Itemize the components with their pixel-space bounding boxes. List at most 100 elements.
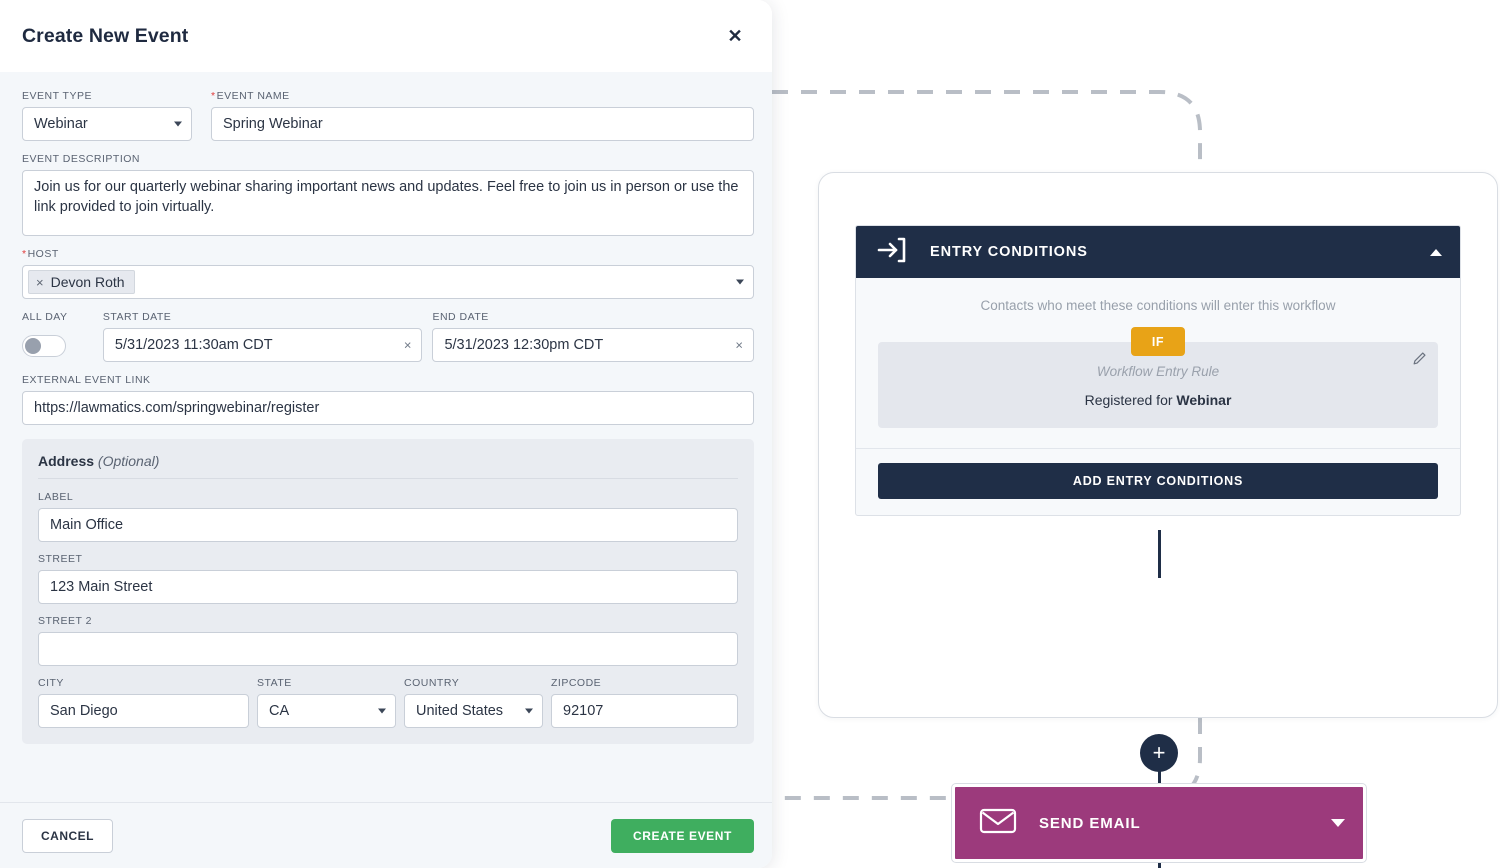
enter-arrow-icon — [876, 235, 908, 270]
event-name-input[interactable]: Spring Webinar — [211, 107, 754, 141]
address-city-value: San Diego — [50, 703, 118, 719]
rule-text: Registered for Webinar — [896, 392, 1420, 408]
end-date-clear-icon[interactable]: × — [735, 338, 743, 353]
address-city-label: CITY — [38, 677, 64, 689]
entry-conditions-subtitle: Contacts who meet these conditions will … — [980, 298, 1336, 313]
create-event-modal: Create New Event ✕ EVENT TYPE Webinar *E… — [0, 0, 772, 868]
address-state-field: STATE CA — [257, 677, 396, 728]
host-multiselect[interactable]: × Devon Roth — [22, 265, 754, 299]
chevron-down-icon — [525, 708, 533, 714]
address-country-field: COUNTRY United States — [404, 677, 543, 728]
chevron-down-icon — [174, 121, 182, 127]
address-state-label: STATE — [257, 677, 292, 689]
event-name-value: Spring Webinar — [223, 116, 323, 132]
address-zipcode-value: 92107 — [563, 703, 604, 719]
event-name-field: *EVENT NAME Spring Webinar — [211, 90, 754, 141]
send-email-label: SEND EMAIL — [1039, 814, 1141, 832]
entry-conditions-title: ENTRY CONDITIONS — [930, 244, 1088, 260]
plus-icon: + — [1152, 740, 1166, 765]
required-mark: * — [22, 248, 27, 260]
address-street-label: STREET — [38, 553, 83, 565]
event-type-value: Webinar — [34, 116, 88, 132]
start-date-label: START DATE — [102, 311, 172, 323]
event-name-label-text: EVENT NAME — [216, 90, 290, 102]
event-name-label: *EVENT NAME — [211, 90, 754, 102]
address-section: Address (Optional) LABEL Main Office STR… — [22, 439, 754, 744]
host-field: *HOST × Devon Roth — [22, 248, 754, 299]
pencil-icon[interactable] — [1412, 351, 1427, 369]
event-description-label: EVENT DESCRIPTION — [22, 153, 140, 165]
chevron-down-icon[interactable] — [1331, 819, 1345, 827]
end-date-value: 5/31/2023 12:30pm CDT — [444, 337, 604, 353]
host-chip: × Devon Roth — [28, 270, 135, 294]
address-street-value: 123 Main Street — [50, 579, 153, 595]
start-date-input[interactable]: 5/31/2023 11:30am CDT × — [102, 328, 423, 362]
address-city-field: CITY San Diego — [38, 677, 249, 728]
chevron-up-icon[interactable] — [1430, 248, 1442, 256]
cancel-button[interactable]: CANCEL — [22, 818, 113, 853]
rule-prefix: Registered for — [1084, 392, 1177, 408]
host-chip-label: Devon Roth — [50, 274, 125, 290]
start-date-value: 5/31/2023 11:30am CDT — [114, 337, 273, 353]
page-title: Create New Event — [22, 24, 189, 47]
toggle-knob — [25, 338, 41, 354]
address-state-select[interactable]: CA — [257, 694, 396, 728]
screen-root: Create New Event ✕ EVENT TYPE Webinar *E… — [0, 0, 1500, 868]
address-zipcode-field: ZIPCODE 92107 — [551, 677, 738, 728]
external-event-link-label: EXTERNAL EVENT LINK — [22, 374, 151, 386]
end-date-field: END DATE 5/31/2023 12:30pm CDT × — [432, 311, 754, 362]
send-email-node[interactable]: SEND EMAIL — [952, 784, 1366, 862]
address-country-select[interactable]: United States — [404, 694, 543, 728]
address-label-field: LABEL Main Office — [38, 491, 738, 542]
address-country-value: United States — [416, 703, 504, 719]
all-day-label: ALL DAY — [22, 311, 68, 323]
modal-header: Create New Event ✕ — [0, 0, 772, 72]
event-description-textarea[interactable] — [22, 170, 754, 236]
address-city-input[interactable]: San Diego — [38, 694, 249, 728]
rule-kind-label: Workflow Entry Rule — [1096, 364, 1220, 379]
address-country-label: COUNTRY — [404, 677, 460, 689]
address-street-field: STREET 123 Main Street — [38, 553, 738, 604]
entry-conditions-card: ENTRY CONDITIONS Contacts who meet these… — [855, 225, 1461, 516]
address-heading-text: Address — [38, 453, 95, 469]
start-date-clear-icon[interactable]: × — [404, 338, 412, 353]
start-date-field: START DATE 5/31/2023 11:30am CDT × — [102, 311, 423, 362]
address-label-value: Main Office — [50, 517, 124, 533]
address-label-input[interactable]: Main Office — [38, 508, 738, 542]
address-label-label: LABEL — [38, 491, 74, 503]
required-mark: * — [211, 90, 216, 102]
address-heading-note: (Optional) — [97, 453, 160, 469]
add-entry-conditions-button[interactable]: ADD ENTRY CONDITIONS — [878, 463, 1438, 499]
workflow-panel: ENTRY CONDITIONS Contacts who meet these… — [818, 172, 1498, 868]
add-entry-conditions-wrap: ADD ENTRY CONDITIONS — [856, 449, 1460, 515]
rule-value: Webinar — [1176, 392, 1232, 408]
address-state-value: CA — [269, 703, 290, 719]
all-day-field: ALL DAY — [22, 311, 93, 357]
entry-conditions-header[interactable]: ENTRY CONDITIONS — [856, 226, 1460, 278]
event-type-field: EVENT TYPE Webinar — [22, 90, 192, 141]
if-badge: IF — [1131, 327, 1185, 356]
chevron-down-icon — [736, 279, 744, 285]
end-date-input[interactable]: 5/31/2023 12:30pm CDT × — [432, 328, 754, 362]
host-label: *HOST — [22, 248, 754, 260]
external-event-link-field: EXTERNAL EVENT LINK https://lawmatics.co… — [22, 374, 754, 425]
address-zipcode-label: ZIPCODE — [551, 677, 602, 689]
workflow-line-top — [1158, 530, 1161, 578]
address-zipcode-input[interactable]: 92107 — [551, 694, 738, 728]
create-event-button[interactable]: CREATE EVENT — [611, 818, 754, 853]
external-event-link-input[interactable]: https://lawmatics.com/springwebinar/regi… — [22, 391, 754, 425]
address-street2-label: STREET 2 — [38, 615, 92, 627]
chip-remove-icon[interactable]: × — [36, 276, 44, 289]
event-type-select[interactable]: Webinar — [22, 107, 192, 141]
address-street2-field: STREET 2 — [38, 615, 738, 666]
host-label-text: HOST — [27, 248, 59, 260]
event-type-label: EVENT TYPE — [22, 90, 92, 102]
chevron-down-icon — [378, 708, 386, 714]
address-street-input[interactable]: 123 Main Street — [38, 570, 738, 604]
end-date-label: END DATE — [432, 311, 489, 323]
close-icon[interactable]: ✕ — [722, 23, 748, 49]
address-street2-input[interactable] — [38, 632, 738, 666]
all-day-toggle[interactable] — [22, 335, 66, 357]
add-step-button[interactable]: + — [1140, 734, 1178, 772]
event-description-field: EVENT DESCRIPTION — [22, 153, 754, 236]
